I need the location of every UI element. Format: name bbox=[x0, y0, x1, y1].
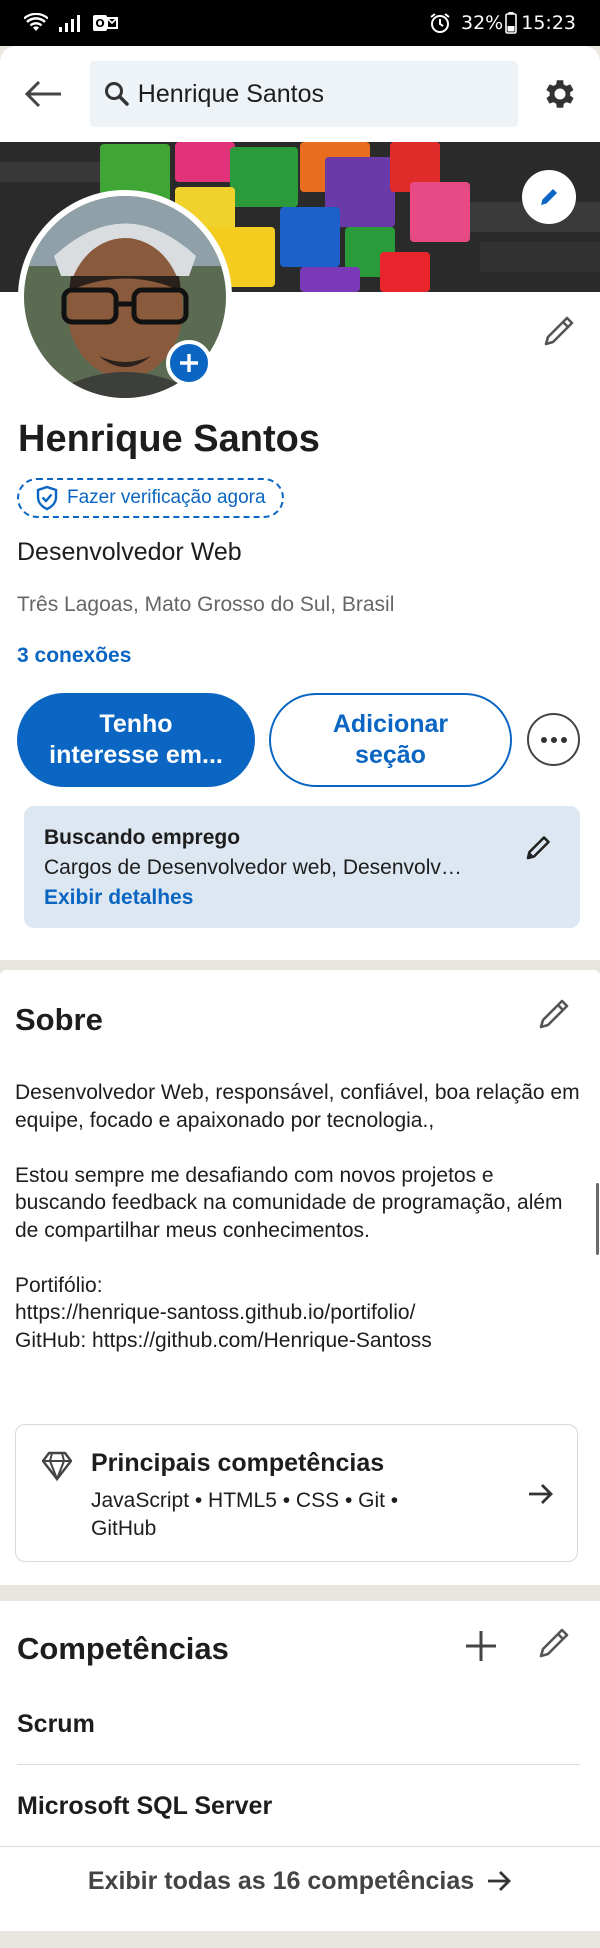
edit-skills-button[interactable] bbox=[536, 1625, 578, 1667]
alarm-icon bbox=[430, 13, 450, 33]
edit-profile-button[interactable] bbox=[538, 310, 580, 352]
top-skills-list: JavaScript • HTML5 • CSS • Git • GitHub bbox=[91, 1489, 399, 1540]
pencil-icon bbox=[541, 189, 557, 205]
svg-text:O: O bbox=[95, 17, 104, 30]
show-details-link[interactable]: Exibir detalhes bbox=[44, 886, 560, 910]
verify-label: Fazer verificação agora bbox=[67, 487, 266, 508]
open-to-work-description: Cargos de Desenvolvedor web, Desenvolv… bbox=[44, 856, 462, 879]
status-bar: O 32% 15:23 bbox=[0, 0, 600, 46]
top-navigation: Henrique Santos bbox=[0, 46, 600, 142]
open-to-work-title: Buscando emprego bbox=[44, 826, 241, 849]
show-all-skills-button[interactable]: Exibir todas as 16 competências bbox=[0, 1846, 600, 1916]
verify-now-button[interactable]: Fazer verificação agora bbox=[17, 478, 284, 518]
arrow-left-icon bbox=[24, 80, 61, 108]
show-all-label: Exibir todas as 16 competências bbox=[87, 1866, 475, 1895]
search-input[interactable]: Henrique Santos bbox=[89, 61, 519, 127]
back-button[interactable] bbox=[18, 68, 70, 120]
pencil-icon bbox=[526, 836, 550, 860]
battery-percentage: 32% bbox=[461, 12, 504, 34]
profile-headline: Desenvolvedor Web bbox=[17, 538, 242, 566]
settings-button[interactable] bbox=[538, 72, 582, 116]
pencil-icon bbox=[539, 1628, 569, 1658]
skill-item[interactable]: Scrum bbox=[17, 1710, 580, 1739]
about-title: Sobre bbox=[15, 1002, 103, 1037]
status-icons-right: 32% 15:23 bbox=[429, 12, 576, 34]
about-section: Sobre Desenvolvedor Web, responsável, co… bbox=[0, 970, 600, 1585]
ellipsis-icon bbox=[540, 736, 567, 743]
gear-icon bbox=[546, 80, 574, 108]
plus-icon bbox=[466, 1631, 496, 1661]
add-section-button[interactable]: Adicionar seção bbox=[269, 693, 512, 787]
pencil-icon bbox=[539, 999, 569, 1029]
arrow-right-icon bbox=[529, 1484, 553, 1504]
profile-location: Três Lagoas, Mato Grosso do Sul, Brasil bbox=[17, 593, 395, 616]
clock-time: 15:23 bbox=[521, 12, 576, 34]
scroll-indicator[interactable] bbox=[596, 1183, 599, 1255]
banner-cube bbox=[410, 182, 470, 242]
skills-title: Competências bbox=[17, 1631, 229, 1666]
battery-icon bbox=[505, 12, 518, 34]
status-icons-left: O bbox=[24, 13, 118, 33]
arrow-right-icon bbox=[488, 1871, 512, 1891]
shield-check-icon bbox=[36, 485, 58, 511]
edit-open-to-work-button[interactable] bbox=[524, 832, 554, 862]
profile-card: Henrique Santos Fazer verificação agora … bbox=[0, 142, 600, 960]
profile-name: Henrique Santos bbox=[18, 418, 320, 460]
edit-about-button[interactable] bbox=[536, 996, 578, 1038]
outlook-icon: O bbox=[93, 15, 118, 31]
plus-icon bbox=[180, 354, 198, 372]
skill-item[interactable]: Microsoft SQL Server bbox=[17, 1792, 580, 1821]
banner-cube bbox=[175, 142, 235, 182]
search-value: Henrique Santos bbox=[137, 79, 325, 108]
top-skills-title: Principais competências bbox=[91, 1449, 385, 1477]
add-skill-button[interactable] bbox=[460, 1625, 502, 1667]
connections-link[interactable]: 3 conexões bbox=[17, 644, 131, 668]
banner-edit-button[interactable] bbox=[522, 170, 576, 224]
divider bbox=[17, 1764, 580, 1765]
signal-icon bbox=[59, 15, 80, 32]
top-skills-card[interactable]: Principais competências JavaScript • HTM… bbox=[15, 1424, 578, 1562]
wifi-icon bbox=[24, 13, 48, 31]
pencil-icon bbox=[544, 316, 574, 346]
more-actions-button[interactable] bbox=[527, 713, 580, 766]
skills-section: Competências Scrum Microsoft SQL Server … bbox=[0, 1601, 600, 1931]
banner-cube bbox=[380, 252, 430, 292]
about-text: Desenvolvedor Web, responsável, confiáve… bbox=[15, 1081, 580, 1352]
add-photo-button[interactable] bbox=[166, 340, 212, 386]
search-icon bbox=[104, 82, 129, 106]
open-to-button[interactable]: Tenho interesse em... bbox=[17, 693, 255, 787]
banner-cube bbox=[280, 207, 340, 267]
banner-cube bbox=[300, 267, 360, 292]
banner-cube bbox=[230, 147, 298, 207]
diamond-icon bbox=[41, 1451, 73, 1482]
open-to-work-card[interactable]: Buscando emprego Cargos de Desenvolvedor… bbox=[24, 806, 580, 928]
